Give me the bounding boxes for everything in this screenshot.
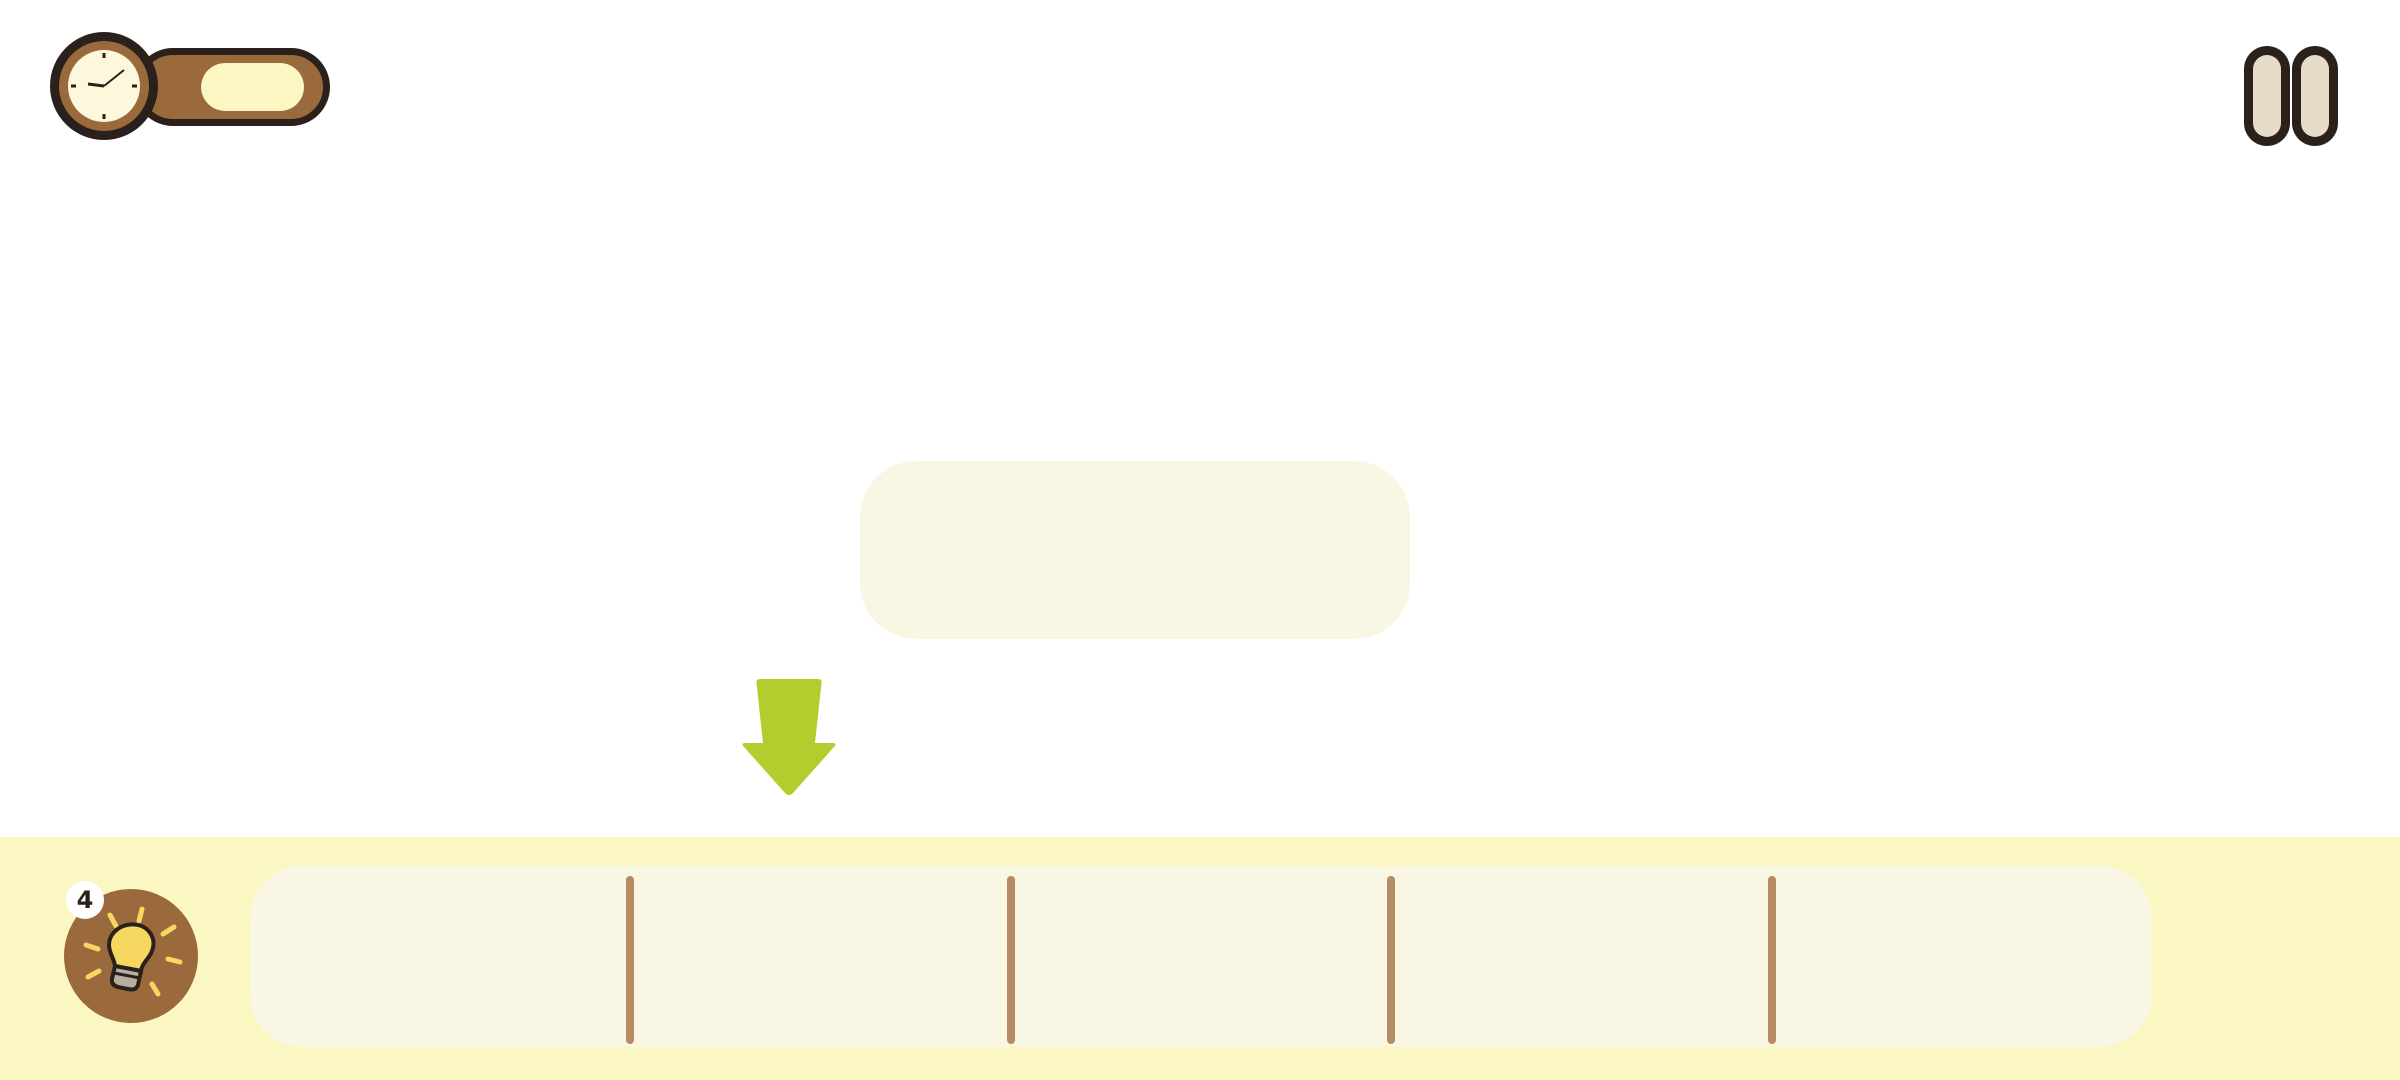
arrow-down-icon — [742, 679, 836, 795]
bottom-tray: 4 — [0, 837, 2400, 1080]
clock-icon — [50, 32, 158, 140]
hint-count-badge: 4 — [66, 881, 104, 919]
timer-bar — [134, 48, 330, 126]
hint-button[interactable]: 4 — [62, 881, 200, 1025]
rack-slot[interactable] — [1387, 866, 1771, 1047]
rack-slot[interactable] — [626, 866, 1010, 1047]
pause-button[interactable] — [2240, 42, 2342, 150]
rack-slot[interactable] — [250, 866, 630, 1047]
rack-slot[interactable] — [1767, 866, 2152, 1047]
rack-divider — [626, 876, 635, 1044]
tile-rack — [250, 866, 2152, 1047]
rack-slot[interactable] — [1006, 866, 1391, 1047]
timer-track — [201, 63, 315, 111]
timer-fill — [201, 63, 304, 111]
rack-divider — [1006, 876, 1015, 1044]
answer-slot[interactable] — [860, 461, 1410, 639]
timer — [46, 28, 330, 144]
game-screen: 4 — [0, 0, 2400, 1080]
rack-divider — [1387, 876, 1396, 1044]
rack-divider — [1767, 876, 1776, 1044]
pause-icon — [2244, 46, 2338, 146]
